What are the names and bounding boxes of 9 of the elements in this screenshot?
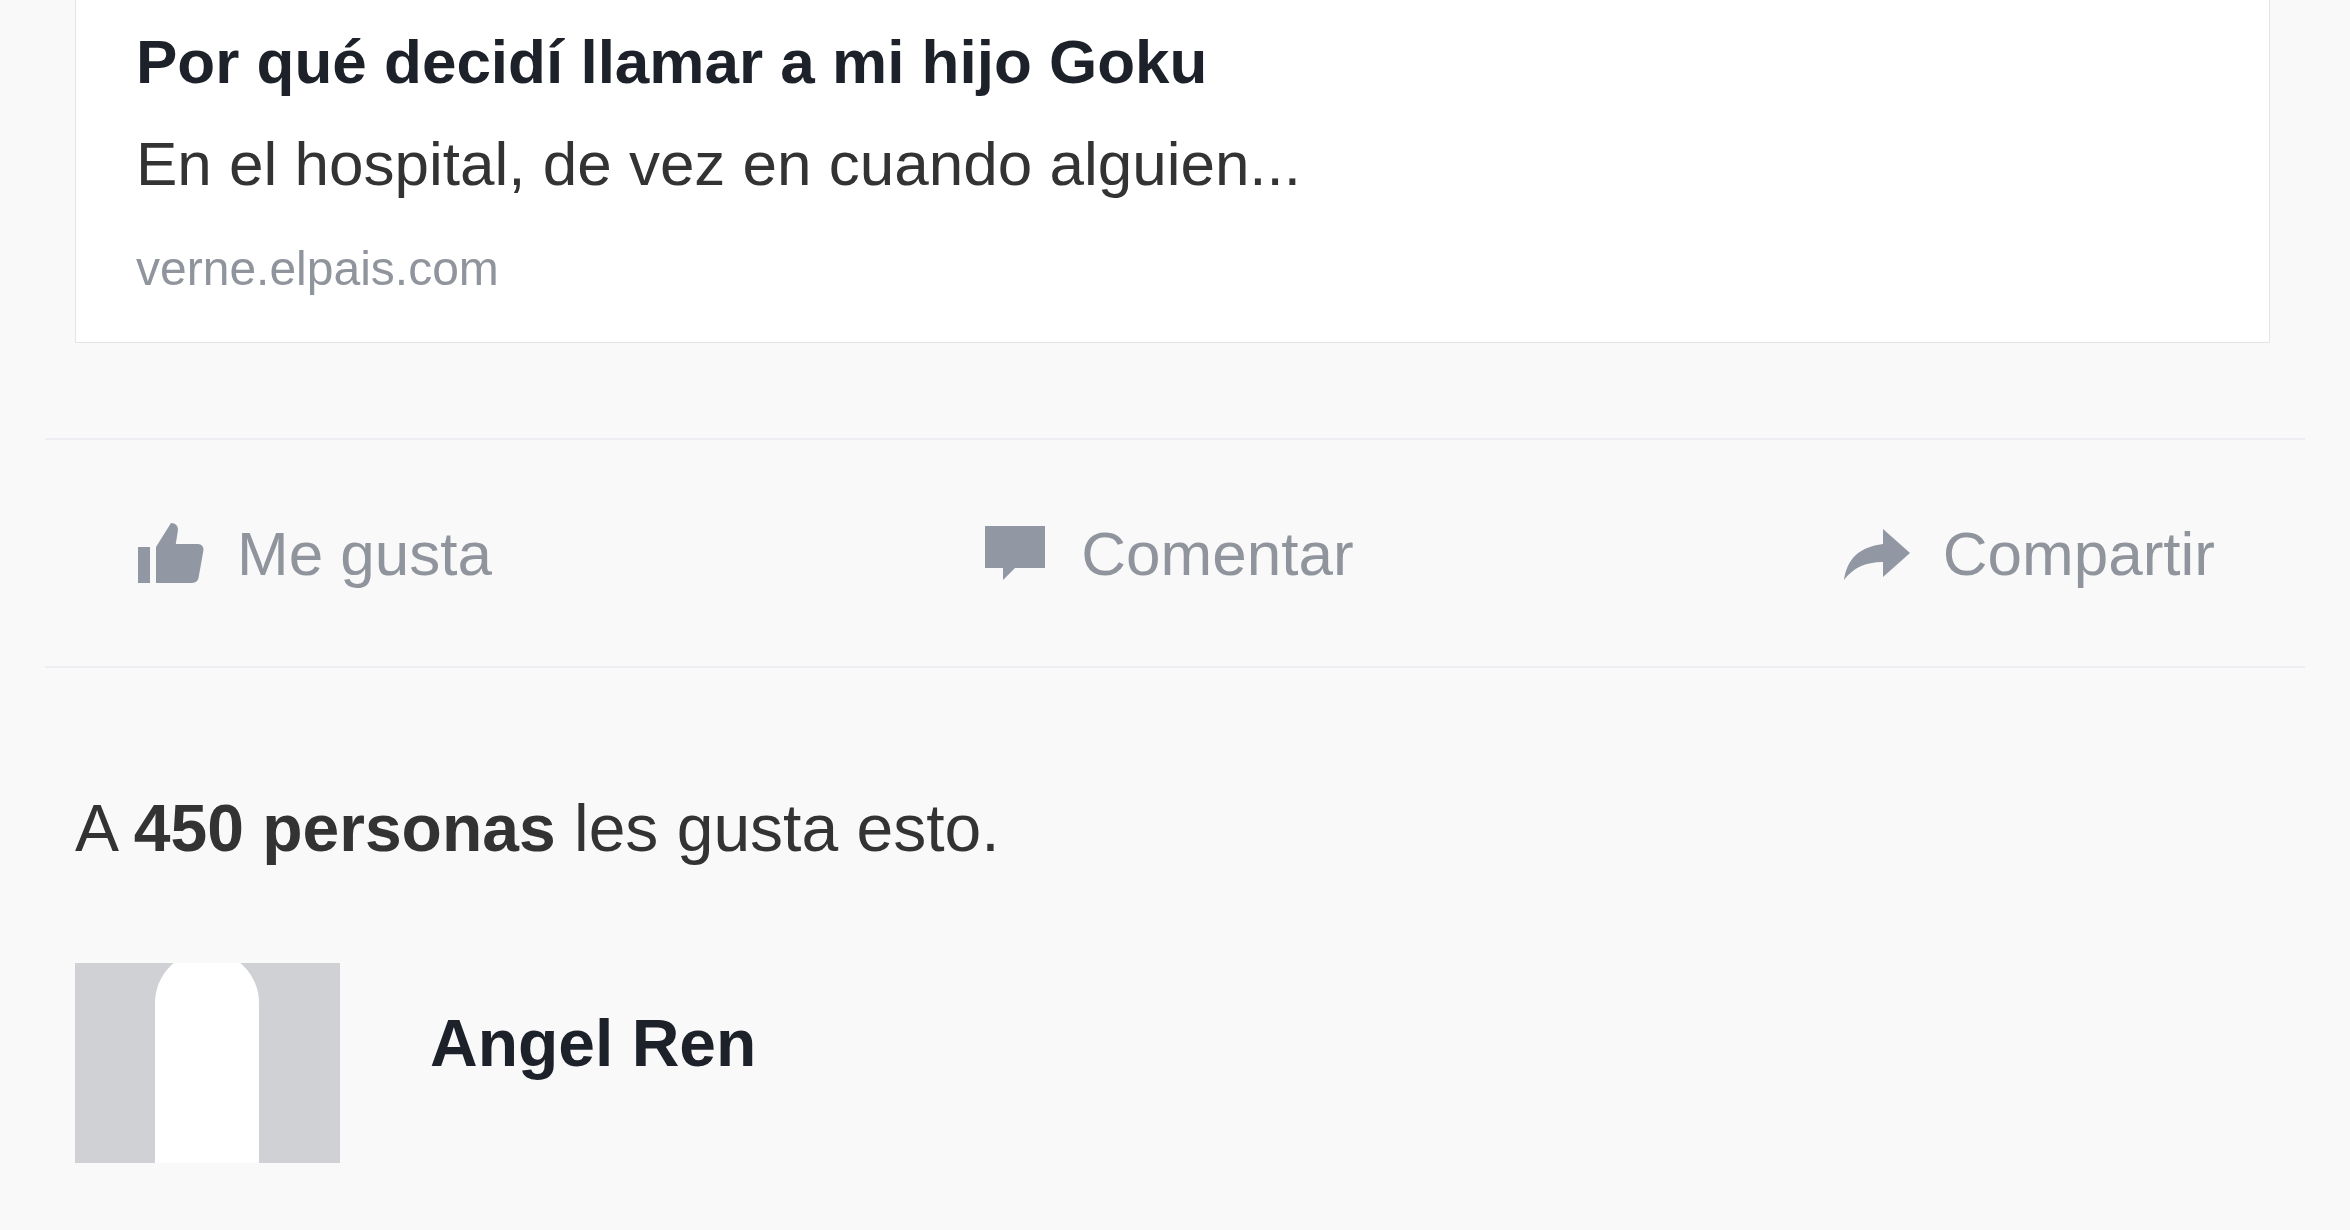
link-description: En el hospital, de vez en cuando alguien... (136, 128, 1303, 200)
link-preview-card[interactable]: Por qué decidí llamar a mi hijo Goku En el hospital, de vez en cuando alguien... verne.elpais.com (75, 0, 2270, 343)
likes-summary: A 450 personas les gusta esto. (75, 790, 1001, 867)
comment-author[interactable]: Angel Ren (430, 1003, 757, 1083)
share-button[interactable]: Compartir (1840, 506, 2215, 600)
link-title: Por qué decidí llamar a mi hijo Goku (136, 26, 1209, 98)
link-domain: verne.elpais.com (136, 241, 500, 297)
comment-button[interactable]: Comentar (979, 506, 1354, 600)
like-button[interactable]: Me gusta (135, 506, 493, 600)
